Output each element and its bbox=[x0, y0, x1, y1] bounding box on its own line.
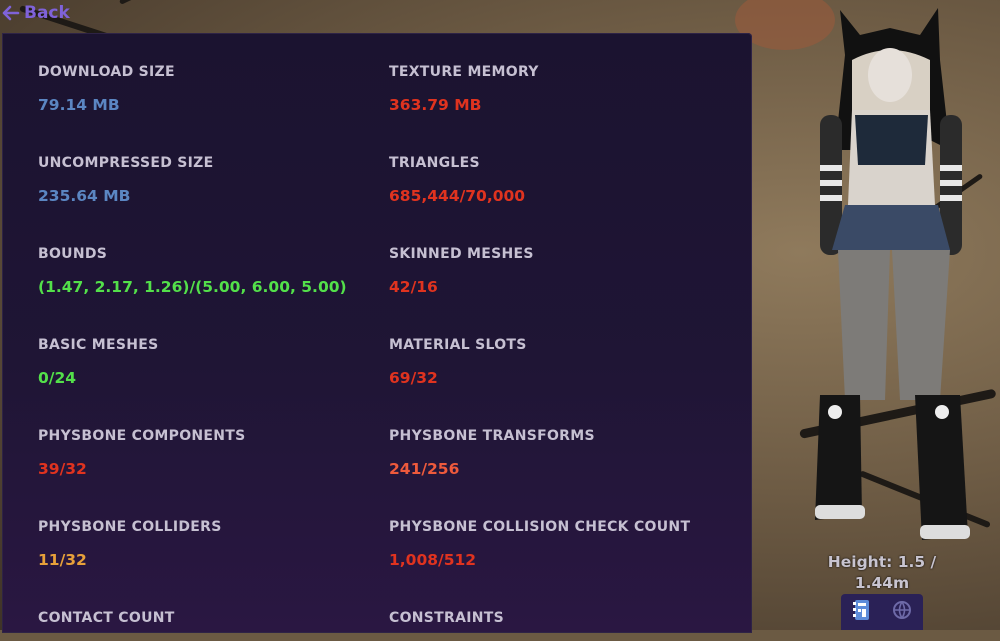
stat-value: 39/32 bbox=[38, 460, 87, 478]
stat-physbone-components: PhysBone Components 39/32 bbox=[38, 427, 378, 479]
stat-material-slots: Material Slots 69/32 bbox=[389, 336, 729, 388]
globe-icon bbox=[892, 600, 912, 624]
stat-label: Contact Count bbox=[38, 610, 175, 626]
height-line-2: 1.44m bbox=[854, 574, 910, 592]
stat-label: PhysBone Transforms bbox=[389, 428, 595, 444]
stat-physbone-transforms: PhysBone Transforms 241/256 bbox=[389, 427, 729, 479]
avatar-toolbar bbox=[841, 594, 923, 630]
stat-label: Material Slots bbox=[389, 337, 527, 353]
stat-label: Basic Meshes bbox=[38, 337, 159, 353]
stat-skinned-meshes: Skinned Meshes 42/16 bbox=[389, 245, 729, 297]
arrow-left-icon bbox=[2, 5, 20, 21]
stat-label: Download Size bbox=[38, 64, 175, 80]
avatar-height-readout: Height: 1.5 / 1.44m bbox=[812, 552, 952, 594]
stat-value: 11/32 bbox=[38, 551, 87, 569]
stat-basic-meshes: Basic Meshes 0/24 bbox=[38, 336, 378, 388]
stat-physbone-collision-check-count: PhysBone Collision Check Count 1,008/512 bbox=[389, 518, 729, 570]
stat-value: 363.79 MB bbox=[389, 96, 482, 114]
back-button[interactable]: Back bbox=[0, 0, 70, 26]
stat-label: PhysBone Colliders bbox=[38, 519, 222, 535]
stat-label: Triangles bbox=[389, 155, 480, 171]
stat-texture-memory: Texture Memory 363.79 MB bbox=[389, 63, 729, 115]
stat-value: 241/256 bbox=[389, 460, 460, 478]
stat-constraints: Constraints bbox=[389, 609, 729, 641]
stat-value: 0/24 bbox=[38, 369, 77, 387]
stat-label: Texture Memory bbox=[389, 64, 539, 80]
stat-label: PhysBone Components bbox=[38, 428, 246, 444]
stat-label: PhysBone Collision Check Count bbox=[389, 519, 691, 535]
stat-label: Constraints bbox=[389, 610, 504, 626]
stat-value: 1,008/512 bbox=[389, 551, 477, 569]
globe-button[interactable] bbox=[889, 599, 915, 625]
stat-physbone-colliders: PhysBone Colliders 11/32 bbox=[38, 518, 378, 570]
performance-stats-panel: Download Size 79.14 MB Texture Memory 36… bbox=[2, 33, 752, 633]
stat-label: Bounds bbox=[38, 246, 108, 262]
stat-label: Uncompressed Size bbox=[38, 155, 214, 171]
stat-value: (1.47, 2.17, 1.26)/(5.00, 6.00, 5.00) bbox=[38, 278, 347, 296]
stat-label: Skinned Meshes bbox=[389, 246, 534, 262]
stat-value: 69/32 bbox=[389, 369, 438, 387]
height-line-1: Height: 1.5 / bbox=[827, 553, 937, 571]
stat-value: 42/16 bbox=[389, 278, 438, 296]
stat-triangles: Triangles 685,444/70,000 bbox=[389, 154, 729, 206]
stat-bounds: Bounds (1.47, 2.17, 1.26)/(5.00, 6.00, 5… bbox=[38, 245, 378, 297]
performance-book-icon bbox=[852, 599, 872, 625]
stat-value: 685,444/70,000 bbox=[389, 187, 526, 205]
performance-book-button[interactable] bbox=[849, 599, 875, 625]
avatar-preview[interactable] bbox=[790, 0, 1000, 560]
stat-value: 79.14 MB bbox=[38, 96, 120, 114]
stat-uncompressed-size: Uncompressed Size 235.64 MB bbox=[38, 154, 378, 206]
stat-value: 235.64 MB bbox=[38, 187, 131, 205]
back-label: Back bbox=[24, 3, 70, 23]
stat-contact-count: Contact Count bbox=[38, 609, 378, 641]
stat-download-size: Download Size 79.14 MB bbox=[38, 63, 378, 115]
